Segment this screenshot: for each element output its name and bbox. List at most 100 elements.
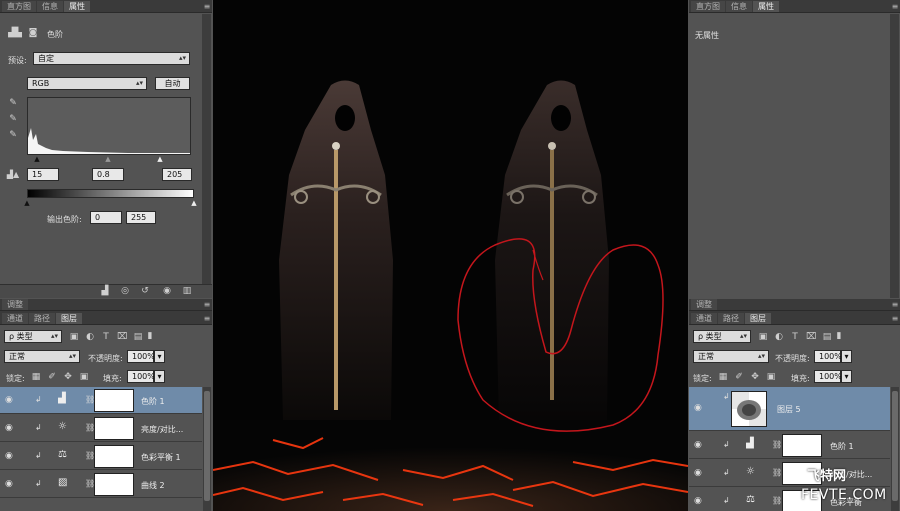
layers-scrollbar[interactable]	[891, 387, 899, 511]
layer-mask-thumbnail[interactable]	[94, 445, 134, 468]
input-shadow-field[interactable]: 15	[27, 168, 59, 181]
opacity-field[interactable]: 100%	[814, 350, 842, 363]
blend-mode-dropdown[interactable]: 正常 ▴▾	[4, 350, 80, 363]
tab-histogram[interactable]: 直方图	[691, 1, 725, 12]
channel-dropdown[interactable]: RGB ▴▾	[27, 77, 147, 90]
filter-pixel-icon[interactable]: ▣	[69, 332, 79, 342]
eye-icon[interactable]: ◉	[694, 496, 704, 506]
filter-toggle-icon[interactable]: ▮	[147, 331, 153, 341]
filter-smart-icon[interactable]: ▤	[822, 332, 832, 342]
fill-arrow-button[interactable]: ▾	[841, 370, 852, 383]
gray-eyedropper-icon[interactable]: ✎	[7, 114, 19, 124]
opacity-arrow-button[interactable]: ▾	[154, 350, 165, 363]
document-canvas[interactable]	[213, 0, 688, 511]
eye-icon[interactable]: ◉	[694, 468, 704, 478]
clip-to-layer-icon[interactable]: ▟	[98, 286, 112, 296]
tab-info[interactable]: 信息	[726, 1, 752, 12]
preset-dropdown[interactable]: 自定 ▴▾	[33, 52, 190, 65]
layer-mask-thumbnail[interactable]	[94, 417, 134, 440]
filter-shape-icon[interactable]: ⌧	[117, 332, 127, 342]
layers-scrollbar[interactable]	[203, 387, 211, 511]
input-mid-slider[interactable]: ▲	[104, 154, 112, 164]
white-eyedropper-icon[interactable]: ✎	[7, 130, 19, 140]
input-mid-field[interactable]: 0.8	[92, 168, 124, 181]
input-highlight-slider[interactable]: ▲	[156, 154, 164, 164]
eye-icon[interactable]: ◉	[5, 479, 15, 489]
lock-move-icon[interactable]: ✥	[63, 372, 73, 382]
output-low-field[interactable]: 0	[90, 211, 122, 224]
lock-all-icon[interactable]: ▣	[766, 372, 776, 382]
output-high-field[interactable]: 255	[126, 211, 156, 224]
eye-icon[interactable]: ◉	[694, 403, 704, 413]
panel-menu-icon[interactable]: ≡	[890, 1, 900, 12]
tab-properties[interactable]: 属性	[753, 1, 779, 12]
layer-filter-dropdown[interactable]: ρ 类型 ▴▾	[693, 330, 751, 343]
filter-toggle-icon[interactable]: ▮	[836, 331, 842, 341]
layer-row[interactable]: ◉ ↲ ▟ ⛓ 色阶 1	[689, 432, 890, 459]
panel-menu-icon[interactable]: ≡	[890, 299, 900, 310]
panel-menu-icon[interactable]: ≡	[202, 299, 212, 310]
lock-brush-icon[interactable]: ✐	[734, 372, 744, 382]
layer-mask-thumbnail[interactable]	[94, 389, 134, 412]
layer-row[interactable]: ◉ ↲ ⚖ ⛓ 色彩平衡 1	[0, 443, 202, 470]
eye-icon[interactable]: ◉	[5, 395, 15, 405]
tab-channels[interactable]: 通道	[691, 313, 717, 324]
tab-properties[interactable]: 属性	[64, 1, 90, 12]
mask-icon[interactable]: ◙	[27, 28, 39, 38]
properties-scrollbar[interactable]	[202, 14, 211, 284]
tab-histogram[interactable]: 直方图	[2, 1, 36, 12]
eye-icon[interactable]: ◉	[694, 440, 704, 450]
opacity-arrow-button[interactable]: ▾	[841, 350, 852, 363]
lock-move-icon[interactable]: ✥	[750, 372, 760, 382]
layer-row[interactable]: ◉ ↲ ☼ ⛓ 亮度/对比...	[0, 415, 202, 442]
input-shadow-slider[interactable]: ▲	[33, 154, 41, 164]
tab-adjustments[interactable]: 调整	[2, 299, 28, 310]
tab-layers[interactable]: 图层	[745, 313, 771, 324]
fill-arrow-button[interactable]: ▾	[154, 370, 165, 383]
lock-transparency-icon[interactable]: ▦	[31, 372, 41, 382]
fill-field[interactable]: 100%	[127, 370, 155, 383]
lock-transparency-icon[interactable]: ▦	[718, 372, 728, 382]
layer-thumbnail[interactable]	[731, 391, 767, 427]
panel-menu-icon[interactable]: ≡	[890, 313, 900, 324]
tab-info[interactable]: 信息	[37, 1, 63, 12]
input-highlight-field[interactable]: 205	[162, 168, 192, 181]
visibility-icon[interactable]: ◉	[160, 286, 174, 296]
blend-mode-dropdown[interactable]: 正常 ▴▾	[693, 350, 769, 363]
eye-icon[interactable]: ◉	[5, 451, 15, 461]
reset-icon[interactable]: ↺	[138, 286, 152, 296]
filter-adjust-icon[interactable]: ◐	[774, 332, 784, 342]
layers-scrollbar-thumb[interactable]	[204, 391, 210, 501]
layer-row[interactable]: ◉ ↲ ▨ ⛓ 曲线 2	[0, 471, 202, 498]
opacity-field[interactable]: 100%	[127, 350, 155, 363]
tab-paths[interactable]: 路径	[718, 313, 744, 324]
lock-brush-icon[interactable]: ✐	[47, 372, 57, 382]
filter-pixel-icon[interactable]: ▣	[758, 332, 768, 342]
filter-type-icon[interactable]: T	[790, 332, 800, 342]
layer-mask-thumbnail[interactable]	[94, 473, 134, 496]
fill-field[interactable]: 100%	[814, 370, 842, 383]
layer-filter-dropdown[interactable]: ρ 类型 ▴▾	[4, 330, 62, 343]
lock-all-icon[interactable]: ▣	[79, 372, 89, 382]
panel-menu-icon[interactable]: ≡	[202, 313, 212, 324]
filter-shape-icon[interactable]: ⌧	[806, 332, 816, 342]
filter-adjust-icon[interactable]: ◐	[85, 332, 95, 342]
layer-row[interactable]: ◉ ↲ ▟ ⛓ 色阶 1	[0, 387, 202, 414]
filter-smart-icon[interactable]: ▤	[133, 332, 143, 342]
trash-icon[interactable]: ▥	[180, 286, 194, 296]
panel-menu-icon[interactable]: ≡	[202, 1, 212, 12]
filter-type-icon[interactable]: T	[101, 332, 111, 342]
tab-channels[interactable]: 通道	[2, 313, 28, 324]
layer-mask-thumbnail[interactable]	[782, 434, 822, 457]
tab-adjustments[interactable]: 调整	[691, 299, 717, 310]
tab-paths[interactable]: 路径	[29, 313, 55, 324]
layers-scrollbar-thumb[interactable]	[892, 391, 898, 501]
eye-icon[interactable]: ◉	[5, 423, 15, 433]
layer-row[interactable]: ◉ ↲ 图层 5	[689, 387, 890, 431]
tab-layers[interactable]: 图层	[56, 313, 82, 324]
view-previous-icon[interactable]: ◎	[118, 286, 132, 296]
layer-row[interactable]: ◉ ↲ ☼ ⛓ 亮度/对比...	[689, 460, 890, 487]
output-high-slider[interactable]: ▲	[190, 198, 198, 208]
right-properties-scrollbar[interactable]	[890, 14, 899, 298]
output-low-slider[interactable]: ▲	[23, 198, 31, 208]
